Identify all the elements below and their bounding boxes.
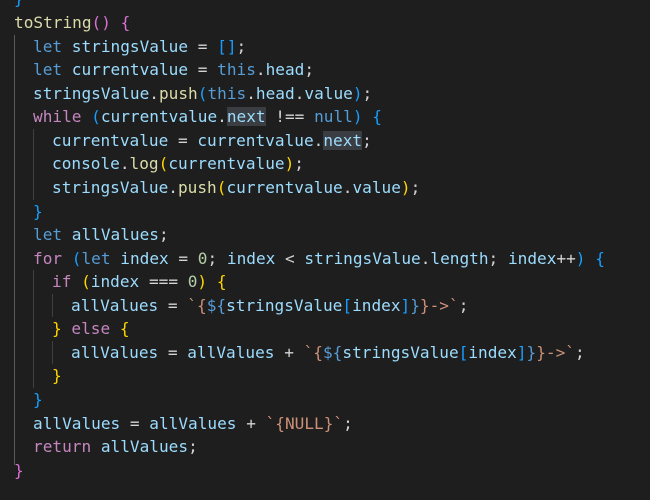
code-line: for (let index = 0; index < stringsValue…	[33, 249, 605, 268]
code-line: allValues = allValues + `{${stringsValue…	[71, 343, 585, 362]
indent-guide	[33, 270, 34, 388]
code-line: let stringsValue = [];	[33, 37, 247, 56]
code-line: }	[33, 202, 43, 221]
code-line: allValues = `{${stringsValue[index]}}->`…	[71, 296, 469, 315]
code-line-text: }	[14, 0, 24, 8]
selection-highlight: next	[226, 107, 266, 126]
code-line: } else {	[52, 319, 130, 338]
bracket: ()	[91, 13, 111, 32]
code-line: console.log(currentvalue);	[52, 154, 304, 173]
indent-guide	[14, 35, 15, 465]
bracket: {	[120, 13, 131, 32]
code-line: }	[33, 390, 43, 409]
code-line: currentvalue = currentvalue.next;	[52, 131, 372, 150]
code-line: while (currentvalue.next !== null) {	[33, 107, 382, 126]
indent-guide	[52, 294, 53, 317]
code-line: stringsValue.push(this.head.value);	[33, 84, 373, 103]
indent-guide	[33, 129, 34, 200]
indent-guide	[52, 341, 53, 364]
code-line: allValues = allValues + `{NULL}`;	[33, 414, 353, 433]
code-line: let currentvalue = this.head;	[33, 60, 315, 79]
code-line: if (index === 0) {	[52, 272, 227, 291]
selection-highlight: next	[323, 131, 363, 150]
code-line: let allValues;	[33, 225, 169, 244]
code-line: toString() {	[14, 11, 130, 35]
code-line: }	[14, 459, 24, 483]
code-line: }	[52, 366, 62, 385]
code-line: return allValues;	[33, 437, 198, 456]
code-line: }	[14, 0, 24, 11]
code-editor[interactable]: } toString() { let stringsValue = []; le…	[0, 0, 650, 500]
code-line-text: }	[14, 461, 24, 480]
code-line: stringsValue.push(currentvalue.value);	[52, 178, 421, 197]
method-name: toString	[14, 13, 92, 32]
